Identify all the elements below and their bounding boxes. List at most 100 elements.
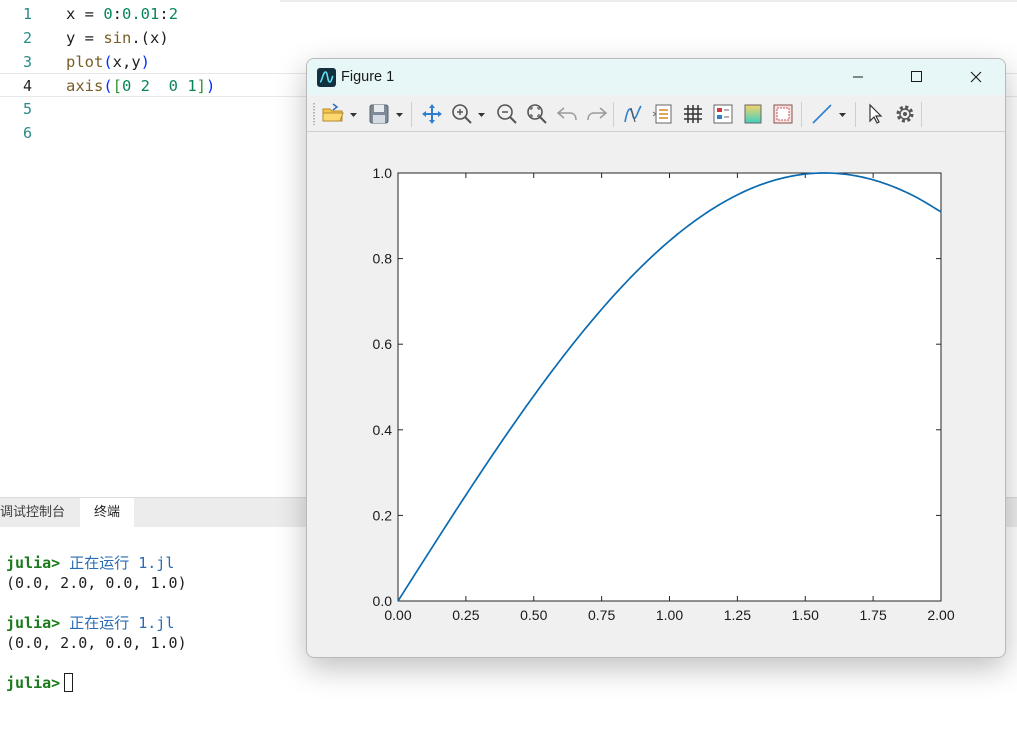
x-tick-label: 0.25: [452, 607, 479, 623]
zoom-dropdown-chevron-icon[interactable]: [475, 102, 489, 126]
zoom-fit-icon[interactable]: [525, 102, 549, 126]
line-number: 2: [22, 28, 32, 47]
line-number: 3: [22, 52, 32, 71]
terminal-cursor[interactable]: [64, 673, 74, 692]
code-token: plot: [66, 52, 104, 71]
toolbar-separator: [411, 102, 412, 127]
code-token: .(: [131, 28, 150, 47]
settings-gear-icon[interactable]: [893, 102, 917, 126]
line-number: 5: [22, 100, 32, 119]
save-icon[interactable]: [367, 102, 391, 126]
redo-icon[interactable]: [585, 102, 609, 126]
figure-app-icon: [317, 68, 336, 87]
undo-icon[interactable]: [555, 102, 579, 126]
code-token: 0 2 0 1: [122, 77, 197, 96]
terminal-text: (0.0, 2.0, 0.0, 1.0): [6, 634, 187, 652]
code-token: ): [159, 28, 169, 47]
data-cursor-icon[interactable]: [621, 102, 645, 126]
minimize-button[interactable]: [835, 59, 881, 95]
y-tick-label: 0.4: [373, 422, 393, 438]
toolbar-handle[interactable]: [313, 103, 315, 125]
terminal-text: 正在运行 1.jl: [60, 554, 175, 572]
terminal-line: julia>: [6, 673, 74, 693]
terminal-text: 正在运行 1.jl: [60, 614, 175, 632]
code-token: ): [206, 77, 216, 96]
select-arrow-icon[interactable]: [863, 102, 887, 126]
code-token: 2: [168, 5, 179, 23]
code-token: 0: [103, 5, 113, 23]
color-icon[interactable]: [741, 102, 765, 126]
code-token: 0.01: [122, 5, 160, 23]
y-tick-label: 0.0: [373, 593, 393, 609]
figure-toolbar: [307, 95, 1005, 132]
terminal-line: (0.0, 2.0, 0.0, 1.0): [6, 573, 187, 593]
minimize-icon: [853, 76, 863, 78]
code-line[interactable]: 1x = 0:0.01:2: [0, 2, 1017, 26]
line-number: 4: [22, 77, 32, 96]
code-token: [: [112, 77, 123, 96]
line-dropdown-chevron-icon[interactable]: [836, 102, 850, 126]
code-token: axis: [66, 77, 104, 96]
code-token: (: [103, 77, 113, 96]
line-number: 6: [22, 124, 32, 142]
grid-icon[interactable]: [681, 102, 705, 126]
line-chart[interactable]: 0.00 0.25 0.50 0.75 1.00 1.25 1.50 1.75 2.00 0.0 0…: [307, 133, 1006, 658]
julia-prompt: julia>: [6, 614, 61, 632]
code-token: (: [103, 52, 113, 71]
x-tick-label: 1.50: [792, 607, 819, 623]
julia-prompt: julia>: [6, 674, 61, 692]
close-icon: [970, 71, 982, 83]
y-tick-label: 1.0: [373, 165, 393, 181]
zoom-in-icon[interactable]: [450, 102, 474, 126]
open-dropdown-chevron-icon[interactable]: [347, 102, 361, 126]
x-tick-label: 0.00: [384, 607, 411, 623]
axes-box: [397, 172, 942, 602]
y-tick-label: 0.8: [373, 251, 393, 267]
code-token: :: [112, 5, 123, 23]
terminal-line: julia> 正在运行 1.jl: [6, 613, 174, 633]
x-tick-label: 0.50: [520, 607, 547, 623]
x-tick-label: 1.25: [724, 607, 751, 623]
code-token: sin: [103, 28, 132, 47]
code-text[interactable]: x = 0:0.01:2: [66, 2, 178, 26]
tab-terminal[interactable]: 终端: [80, 498, 135, 528]
code-text[interactable]: plot(x,y): [66, 50, 150, 74]
x-tick-label: 1.00: [656, 607, 683, 623]
toolbar-separator: [921, 102, 922, 127]
code-token: :: [159, 5, 169, 23]
save-dropdown-chevron-icon[interactable]: [393, 102, 407, 126]
line-icon[interactable]: [810, 102, 834, 126]
code-line[interactable]: 2 y = sin.(x): [0, 26, 1017, 50]
plot-area[interactable]: 0.00 0.25 0.50 0.75 1.00 1.25 1.50 1.75 2.00 0.0 0…: [307, 133, 1006, 658]
maximize-button[interactable]: [893, 59, 939, 95]
terminal-line: julia> 正在运行 1.jl: [6, 553, 174, 573]
box-icon[interactable]: [771, 102, 795, 126]
x-tick-label: 2.00: [927, 607, 954, 623]
code-text[interactable]: y = sin.(x): [66, 26, 169, 50]
figure-window: Figure 1 0.00 0.25 0.50 0.75 1.00 1.25 1…: [306, 58, 1006, 658]
toolbar-separator: [801, 102, 802, 127]
line-number: 1: [22, 5, 32, 23]
figure-titlebar[interactable]: Figure 1: [307, 59, 1005, 95]
y-tick-label: 0.2: [373, 507, 393, 523]
open-file-icon[interactable]: [321, 102, 345, 126]
julia-prompt: julia>: [6, 554, 61, 572]
x-tick-label: 0.75: [588, 607, 615, 623]
pan-icon[interactable]: [420, 102, 444, 126]
tab-debug-console[interactable]: 调试控制台: [0, 498, 79, 528]
y-tick-label: 0.6: [373, 336, 393, 352]
code-token: x =: [66, 5, 104, 23]
code-token: ]: [196, 77, 207, 96]
close-button[interactable]: [953, 59, 999, 95]
x-tick-label: 1.75: [860, 607, 887, 623]
toolbar-separator: [613, 102, 614, 127]
code-token: y =: [66, 28, 104, 47]
terminal-line: (0.0, 2.0, 0.0, 1.0): [6, 633, 187, 653]
maximize-icon: [911, 71, 922, 82]
code-text[interactable]: axis([0 2 0 1]): [66, 74, 215, 98]
terminal-text: (0.0, 2.0, 0.0, 1.0): [6, 574, 187, 592]
legend-icon[interactable]: [651, 102, 675, 126]
zoom-out-icon[interactable]: [495, 102, 519, 126]
colorbar-icon[interactable]: [711, 102, 735, 126]
figure-title: Figure 1: [341, 69, 395, 85]
